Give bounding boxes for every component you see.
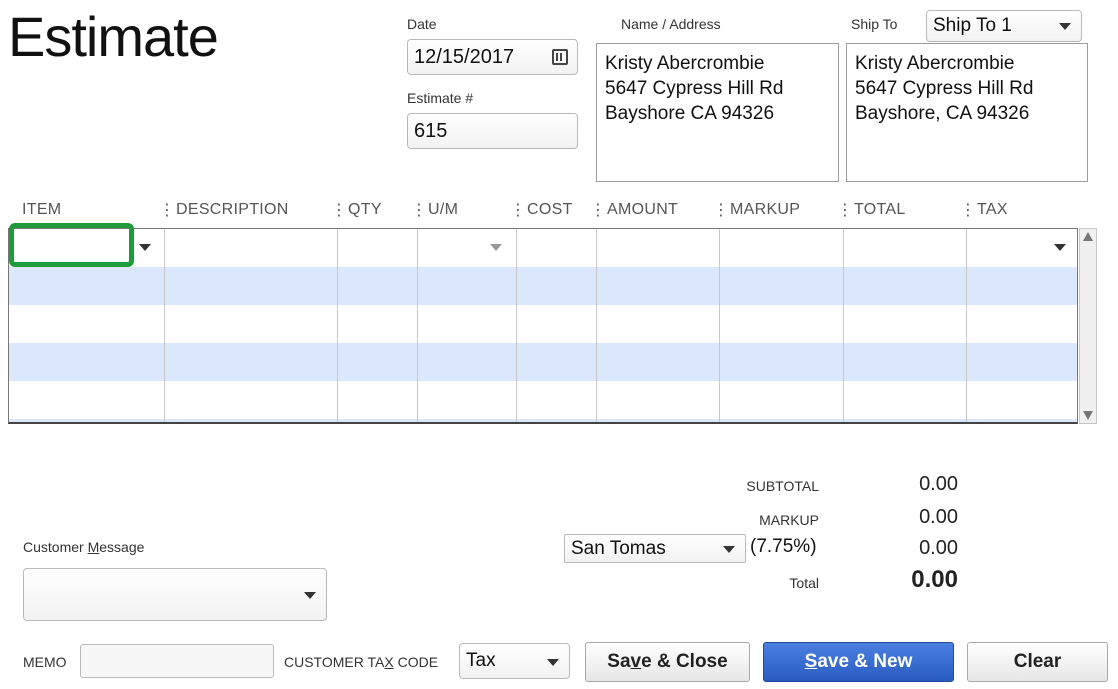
- chevron-down-icon: [304, 592, 316, 599]
- column-divider: ⋮: [411, 202, 427, 219]
- save-new-button[interactable]: Save & New: [763, 642, 954, 682]
- column-header-cost[interactable]: COST: [527, 201, 573, 219]
- column-divider: ⋮: [960, 202, 976, 219]
- address-line: Bayshore CA 94326: [605, 103, 775, 124]
- scroll-up-icon[interactable]: [1083, 232, 1093, 241]
- column-divider: ⋮: [159, 202, 175, 219]
- memo-label: MEMO: [23, 654, 67, 670]
- address-line: Bayshore, CA 94326: [855, 103, 1030, 124]
- column-divider: ⋮: [590, 202, 606, 219]
- total-label: Total: [789, 575, 819, 591]
- column-line: [719, 229, 720, 422]
- date-field[interactable]: 12/15/2017: [407, 39, 578, 75]
- column-header-description[interactable]: DESCRIPTION: [176, 201, 289, 219]
- tax-dropdown-icon[interactable]: [1054, 244, 1066, 251]
- address-line: Kristy Abercrombie: [855, 53, 1015, 74]
- line-items-grid[interactable]: [8, 228, 1078, 424]
- column-header-markup[interactable]: MARKUP: [730, 201, 800, 219]
- column-header-amount[interactable]: AMOUNT: [607, 201, 678, 219]
- name-address-box[interactable]: Kristy Abercrombie 5647 Cypress Hill Rd …: [596, 43, 839, 182]
- table-row[interactable]: [9, 343, 1077, 381]
- tax-item-value: San Tomas: [571, 538, 666, 559]
- ship-to-label: Ship To: [851, 16, 898, 32]
- ship-to-select[interactable]: Ship To 1: [926, 10, 1082, 42]
- chevron-down-icon: [723, 546, 735, 553]
- table-row[interactable]: [9, 381, 1077, 419]
- customer-tax-code-value: Tax: [466, 650, 496, 671]
- name-address-label: Name / Address: [621, 16, 721, 32]
- column-line: [164, 229, 165, 422]
- address-line: Kristy Abercrombie: [605, 53, 765, 74]
- column-divider: ⋮: [331, 202, 347, 219]
- memo-input[interactable]: [80, 644, 274, 678]
- customer-message-label: Customer Message: [23, 539, 145, 555]
- estimate-number-label: Estimate #: [407, 90, 474, 106]
- date-label: Date: [407, 16, 437, 32]
- estimate-number-value: 615: [414, 120, 448, 142]
- ship-to-selected: Ship To 1: [933, 15, 1012, 36]
- tax-item-select[interactable]: San Tomas: [564, 534, 746, 563]
- column-divider: ⋮: [510, 202, 526, 219]
- tax-rate: (7.75%): [750, 536, 817, 557]
- column-header-total[interactable]: TOTAL: [854, 201, 906, 219]
- column-header-qty[interactable]: QTY: [348, 201, 382, 219]
- chevron-down-icon: [547, 659, 559, 666]
- calendar-icon[interactable]: [552, 49, 568, 65]
- um-dropdown-icon[interactable]: [490, 244, 502, 251]
- table-row[interactable]: [9, 305, 1077, 343]
- column-header-tax[interactable]: TAX: [977, 201, 1008, 219]
- table-row[interactable]: [9, 419, 1077, 422]
- markup-value: 0.00: [919, 506, 958, 528]
- address-line: 5647 Cypress Hill Rd: [855, 78, 1034, 99]
- item-dropdown-icon[interactable]: [139, 244, 151, 251]
- customer-tax-code-select[interactable]: Tax: [459, 643, 570, 679]
- markup-label: MARKUP: [759, 512, 819, 528]
- column-line: [417, 229, 418, 422]
- column-line: [966, 229, 967, 422]
- column-divider: ⋮: [837, 202, 853, 219]
- ship-to-box[interactable]: Kristy Abercrombie 5647 Cypress Hill Rd …: [846, 43, 1088, 182]
- clear-button[interactable]: Clear: [967, 642, 1108, 682]
- address-line: 5647 Cypress Hill Rd: [605, 78, 784, 99]
- grid-scrollbar[interactable]: [1079, 228, 1097, 424]
- table-row[interactable]: [9, 267, 1077, 305]
- table-row[interactable]: [9, 229, 1077, 267]
- date-value: 12/15/2017: [414, 46, 515, 68]
- customer-tax-code-label: CUSTOMER TAX CODE: [284, 654, 439, 670]
- subtotal-label: SUBTOTAL: [746, 478, 819, 494]
- customer-message-select[interactable]: [23, 568, 327, 621]
- scroll-down-icon[interactable]: [1083, 411, 1093, 420]
- subtotal-value: 0.00: [919, 473, 958, 495]
- column-line: [843, 229, 844, 422]
- page-title: Estimate: [8, 5, 219, 68]
- estimate-number-field[interactable]: 615: [407, 113, 578, 149]
- chevron-down-icon: [1059, 23, 1071, 30]
- tax-value: 0.00: [919, 537, 958, 559]
- column-header-item[interactable]: ITEM: [22, 201, 61, 219]
- column-line: [596, 229, 597, 422]
- column-header-um[interactable]: U/M: [428, 201, 458, 219]
- save-close-button[interactable]: Save & Close: [585, 642, 750, 682]
- column-line: [337, 229, 338, 422]
- total-value: 0.00: [911, 566, 958, 593]
- column-divider: ⋮: [713, 202, 729, 219]
- item-input-highlight[interactable]: [9, 223, 134, 267]
- column-line: [516, 229, 517, 422]
